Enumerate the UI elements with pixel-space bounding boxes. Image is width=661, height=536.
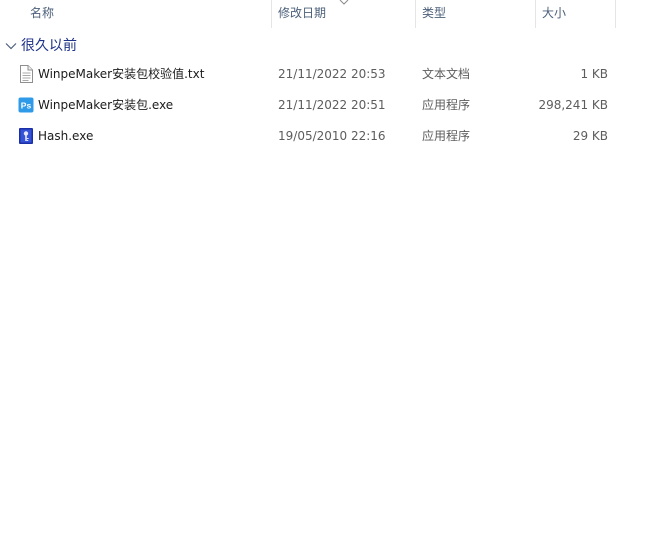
file-size: 1 KB (580, 67, 608, 81)
column-divider[interactable] (535, 0, 536, 28)
file-list-view: 名称 修改日期 类型 大小 很久以前 WinpeMaker安装包校验值.txt … (0, 0, 661, 536)
file-name[interactable]: WinpeMaker安装包校验值.txt (38, 59, 204, 89)
file-size: 298,241 KB (538, 98, 608, 112)
file-size: 29 KB (572, 129, 608, 143)
sort-descending-icon (339, 0, 349, 5)
column-divider[interactable] (615, 0, 616, 28)
file-row[interactable]: WinpeMaker安装包校验值.txt 21/11/2022 20:53 文本… (0, 59, 661, 89)
file-date: 21/11/2022 20:53 (278, 67, 386, 81)
file-date: 19/05/2010 22:16 (278, 129, 386, 143)
hash-app-icon (19, 128, 33, 144)
column-header-type[interactable]: 类型 (422, 0, 446, 28)
column-header-size[interactable]: 大小 (542, 0, 566, 28)
file-name[interactable]: Hash.exe (38, 121, 93, 151)
chevron-down-icon[interactable] (5, 40, 17, 52)
column-divider[interactable] (415, 0, 416, 28)
group-label: 很久以前 (21, 38, 77, 54)
ps-app-icon: Ps (18, 97, 34, 113)
file-type: 应用程序 (422, 98, 471, 112)
column-header-bar: 名称 修改日期 类型 大小 (0, 0, 661, 28)
file-date: 21/11/2022 20:51 (278, 98, 386, 112)
column-header-name[interactable]: 名称 (30, 0, 54, 28)
file-type: 应用程序 (422, 129, 471, 143)
text-file-icon (20, 65, 33, 83)
file-row[interactable]: Hash.exe 19/05/2010 22:16 应用程序 29 KB (0, 121, 661, 151)
file-type: 文本文档 (422, 67, 471, 81)
file-name[interactable]: WinpeMaker安装包.exe (38, 90, 173, 120)
group-header[interactable]: 很久以前 (0, 34, 661, 58)
column-header-date[interactable]: 修改日期 (278, 0, 326, 28)
file-row[interactable]: Ps WinpeMaker安装包.exe 21/11/2022 20:51 应用… (0, 90, 661, 120)
column-divider[interactable] (271, 0, 272, 28)
svg-text:Ps: Ps (21, 101, 32, 111)
